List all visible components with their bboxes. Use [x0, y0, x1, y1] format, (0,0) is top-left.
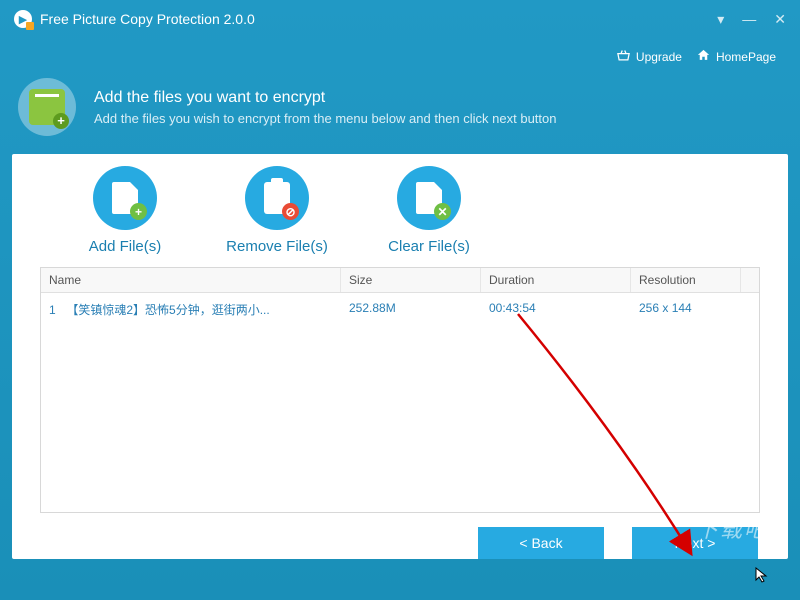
- row-name: 【笑镇惊魂2】恐怖5分钟，逛街两小...: [66, 303, 269, 317]
- home-icon: [696, 48, 711, 66]
- clear-icon: ✕: [434, 203, 451, 220]
- col-header-size[interactable]: Size: [341, 268, 481, 292]
- cursor-icon: [755, 567, 771, 583]
- add-files-button[interactable]: + Add File(s): [70, 166, 180, 255]
- app-title: Free Picture Copy Protection 2.0.0: [40, 11, 255, 27]
- remove-icon: ⊘: [282, 203, 299, 220]
- remove-files-button[interactable]: ⊘ Remove File(s): [222, 166, 332, 255]
- page-subtitle: Add the files you wish to encrypt from t…: [94, 111, 556, 126]
- upgrade-link[interactable]: Upgrade: [616, 48, 682, 66]
- table-row[interactable]: 1 【笑镇惊魂2】恐怖5分钟，逛街两小... 252.88M 00:43:54 …: [41, 293, 759, 326]
- row-size: 252.88M: [341, 297, 481, 322]
- app-icon: ▶: [14, 10, 32, 28]
- clear-files-button[interactable]: ✕ Clear File(s): [374, 166, 484, 255]
- basket-icon: [616, 48, 631, 66]
- col-header-name[interactable]: Name: [41, 268, 341, 292]
- homepage-label: HomePage: [716, 50, 776, 64]
- row-resolution: 256 x 144: [631, 297, 741, 322]
- row-duration: 00:43:54: [481, 297, 631, 322]
- remove-files-label: Remove File(s): [226, 238, 328, 255]
- col-header-duration[interactable]: Duration: [481, 268, 631, 292]
- add-files-label: Add File(s): [89, 238, 162, 255]
- next-label: Next >: [675, 535, 716, 551]
- close-button[interactable]: ✕: [774, 11, 786, 28]
- clear-files-label: Clear File(s): [388, 238, 470, 255]
- file-table: Name Size Duration Resolution 1 【笑镇惊魂2】恐…: [40, 267, 760, 513]
- back-button[interactable]: < Back: [478, 527, 604, 559]
- plus-icon: +: [130, 203, 147, 220]
- back-label: < Back: [519, 535, 562, 551]
- header-section: Add the files you want to encrypt Add th…: [0, 78, 800, 154]
- toolbar-links: Upgrade HomePage: [0, 38, 800, 78]
- table-header: Name Size Duration Resolution: [41, 268, 759, 293]
- main-panel: + Add File(s) ⊘ Remove File(s) ✕ Clear F…: [12, 154, 788, 559]
- homepage-link[interactable]: HomePage: [696, 48, 776, 66]
- titlebar: ▶ Free Picture Copy Protection 2.0.0 ▾ —…: [0, 0, 800, 38]
- dropdown-icon[interactable]: ▾: [717, 11, 724, 28]
- header-badge-icon: [18, 78, 76, 136]
- col-header-resolution[interactable]: Resolution: [631, 268, 741, 292]
- window-controls: ▾ — ✕: [717, 11, 786, 28]
- nav-buttons: < Back Next >: [12, 513, 788, 559]
- action-buttons: + Add File(s) ⊘ Remove File(s) ✕ Clear F…: [12, 154, 788, 263]
- upgrade-label: Upgrade: [636, 50, 682, 64]
- minimize-button[interactable]: —: [742, 11, 756, 28]
- page-title: Add the files you want to encrypt: [94, 89, 556, 107]
- row-index: 1: [49, 303, 63, 317]
- next-button[interactable]: Next >: [632, 527, 758, 559]
